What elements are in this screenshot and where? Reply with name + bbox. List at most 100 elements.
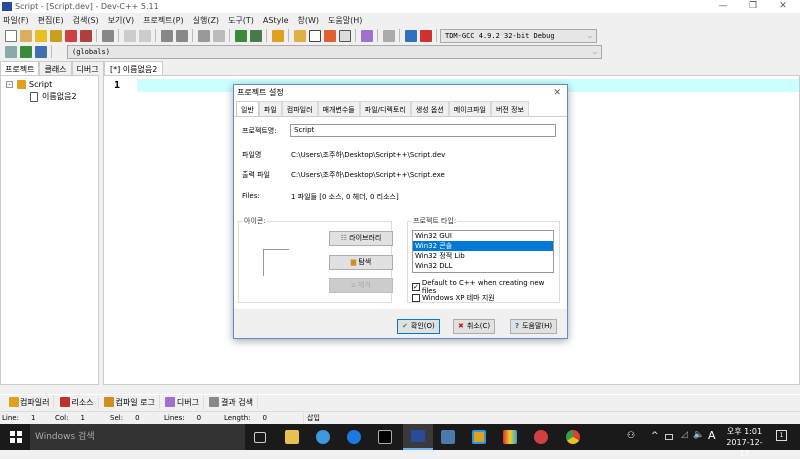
tab-label: 컴파일 로그: [115, 397, 155, 407]
minimize-button[interactable]: —: [712, 0, 734, 13]
run-icon[interactable]: [308, 29, 321, 42]
menu-view[interactable]: 보기(V): [108, 15, 134, 26]
menu-window[interactable]: 창(W): [298, 15, 320, 26]
browse-button[interactable]: ▆ 탐색: [329, 255, 393, 270]
battery-icon[interactable]: [665, 434, 673, 440]
devcpp-taskbar-button[interactable]: [403, 424, 433, 450]
tab-find-results[interactable]: 결과 검색: [204, 395, 258, 409]
xp-theme-checkbox[interactable]: Windows XP 테마 지원: [412, 293, 495, 303]
redo-icon[interactable]: [138, 29, 151, 42]
menu-execute[interactable]: 실행(Z): [193, 15, 219, 26]
tab-debug-output[interactable]: 디버그: [160, 395, 204, 409]
open-icon[interactable]: [19, 29, 32, 42]
tab-debug[interactable]: 디버그: [71, 61, 104, 75]
notifications-icon[interactable]: 1: [776, 430, 787, 441]
project-type-list[interactable]: Win32 GUI Win32 콘솔 Win32 정적 Lib Win32 DL…: [412, 230, 554, 273]
tab-compiler[interactable]: 컴파일러: [3, 395, 55, 409]
menu-search[interactable]: 검색(S): [73, 15, 99, 26]
compiler-select[interactable]: TDM-GCC 4.9.2 32-bit Debug ⌵: [440, 28, 597, 43]
ime-indicator[interactable]: A: [708, 429, 716, 442]
rebuild-icon[interactable]: [338, 29, 351, 42]
menu-edit[interactable]: 편집(E): [38, 15, 64, 26]
show-hidden-icons[interactable]: ^: [651, 431, 659, 441]
menu-help[interactable]: 도움말(H): [328, 15, 362, 26]
tab-general[interactable]: 일반: [236, 101, 259, 116]
cancel-button[interactable]: ✖ 취소(C): [453, 319, 496, 334]
save-all-icon[interactable]: [49, 29, 62, 42]
find-icon[interactable]: [160, 29, 173, 42]
tab-files[interactable]: 파일: [258, 101, 282, 116]
tab-makefile[interactable]: 메이크파일: [448, 101, 491, 116]
menu-file[interactable]: 파일(F): [3, 15, 29, 26]
collapse-icon[interactable]: -: [6, 81, 13, 88]
tab-compiler[interactable]: 컴파일러: [281, 101, 318, 116]
app-icon[interactable]: [534, 430, 548, 444]
virtualbox-icon[interactable]: [441, 430, 455, 444]
people-icon[interactable]: ⚇: [627, 431, 635, 441]
type-option-static-lib[interactable]: Win32 정적 Lib: [413, 251, 553, 261]
add-to-project-icon[interactable]: [234, 29, 247, 42]
help-button[interactable]: ? 도움말(H): [510, 319, 558, 334]
remove-from-project-icon[interactable]: [249, 29, 262, 42]
save-icon[interactable]: [34, 29, 47, 42]
volume-icon[interactable]: 🔈: [693, 430, 704, 440]
undo-icon[interactable]: [123, 29, 136, 42]
insert-icon[interactable]: [4, 45, 17, 58]
file-explorer-icon[interactable]: [285, 430, 299, 444]
devcpp-icon: [2, 2, 12, 11]
replace-icon[interactable]: [175, 29, 188, 42]
type-option-dll[interactable]: Win32 DLL: [413, 261, 553, 271]
tab-resources[interactable]: 리소스: [54, 395, 99, 409]
app-icon[interactable]: [503, 430, 517, 444]
close-file-icon[interactable]: [64, 29, 77, 42]
chrome-icon[interactable]: [566, 430, 580, 444]
menu-astyle[interactable]: AStyle: [263, 16, 289, 25]
start-icon[interactable]: [10, 431, 22, 443]
type-option-console[interactable]: Win32 콘솔: [413, 241, 553, 251]
tree-item-project[interactable]: - Script: [6, 80, 52, 89]
project-name-input[interactable]: Script: [290, 124, 556, 137]
compile-icon[interactable]: [293, 29, 306, 42]
remove-button[interactable]: ⌂ 제거: [329, 278, 393, 293]
close-all-icon[interactable]: [79, 29, 92, 42]
new-file-icon[interactable]: [4, 29, 17, 42]
tab-parameters[interactable]: 매개변수들: [317, 101, 360, 116]
compile-run-icon[interactable]: [323, 29, 336, 42]
chart-icon: [104, 397, 115, 407]
tab-project[interactable]: 프로젝트: [0, 61, 40, 75]
project-options-icon[interactable]: [271, 29, 284, 42]
tab-compile-log[interactable]: 컴파일 로그: [99, 395, 160, 409]
delete-profile-icon[interactable]: [419, 29, 432, 42]
editor-tab[interactable]: [*] 이름없음2: [104, 61, 164, 75]
scope-select[interactable]: (globals) ⌵: [67, 44, 602, 59]
ok-button[interactable]: ✔ 확인(O): [397, 319, 440, 334]
tab-directories[interactable]: 파일/디렉토리: [359, 101, 411, 116]
ie-icon[interactable]: [316, 430, 330, 444]
taskbar-search[interactable]: Windows 검색: [30, 424, 245, 450]
clock[interactable]: 오후 1:01 2017-12-17: [722, 426, 767, 459]
toggle-bookmark-icon[interactable]: [19, 45, 32, 58]
menu-tools[interactable]: 도구(T): [228, 15, 254, 26]
library-button[interactable]: ☷ 라이브러리: [329, 231, 393, 246]
menu-project[interactable]: 프로젝트(P): [143, 15, 184, 26]
goto-bookmark-icon[interactable]: [34, 45, 47, 58]
bookmark-icon[interactable]: [212, 29, 225, 42]
close-button[interactable]: ✕: [772, 0, 794, 13]
tree-item-file[interactable]: 이름없음2: [28, 91, 77, 102]
restore-button[interactable]: ❐: [742, 0, 764, 13]
syntax-check-icon[interactable]: [360, 29, 373, 42]
tab-version-info[interactable]: 버전 정보: [490, 101, 529, 116]
edge-icon[interactable]: [347, 430, 361, 444]
print-icon[interactable]: [101, 29, 114, 42]
task-view-icon[interactable]: [254, 432, 266, 443]
clean-icon[interactable]: [382, 29, 395, 42]
terminal-icon[interactable]: [378, 430, 392, 444]
wifi-icon[interactable]: ◿: [681, 430, 688, 440]
dialog-close-button[interactable]: ✕: [553, 85, 561, 101]
app-icon[interactable]: [472, 430, 486, 444]
goto-icon[interactable]: [197, 29, 210, 42]
type-option-gui[interactable]: Win32 GUI: [413, 231, 553, 241]
tab-classes[interactable]: 클래스: [39, 61, 72, 75]
profile-icon[interactable]: [404, 29, 417, 42]
tab-build-options[interactable]: 생성 옵션: [410, 101, 449, 116]
